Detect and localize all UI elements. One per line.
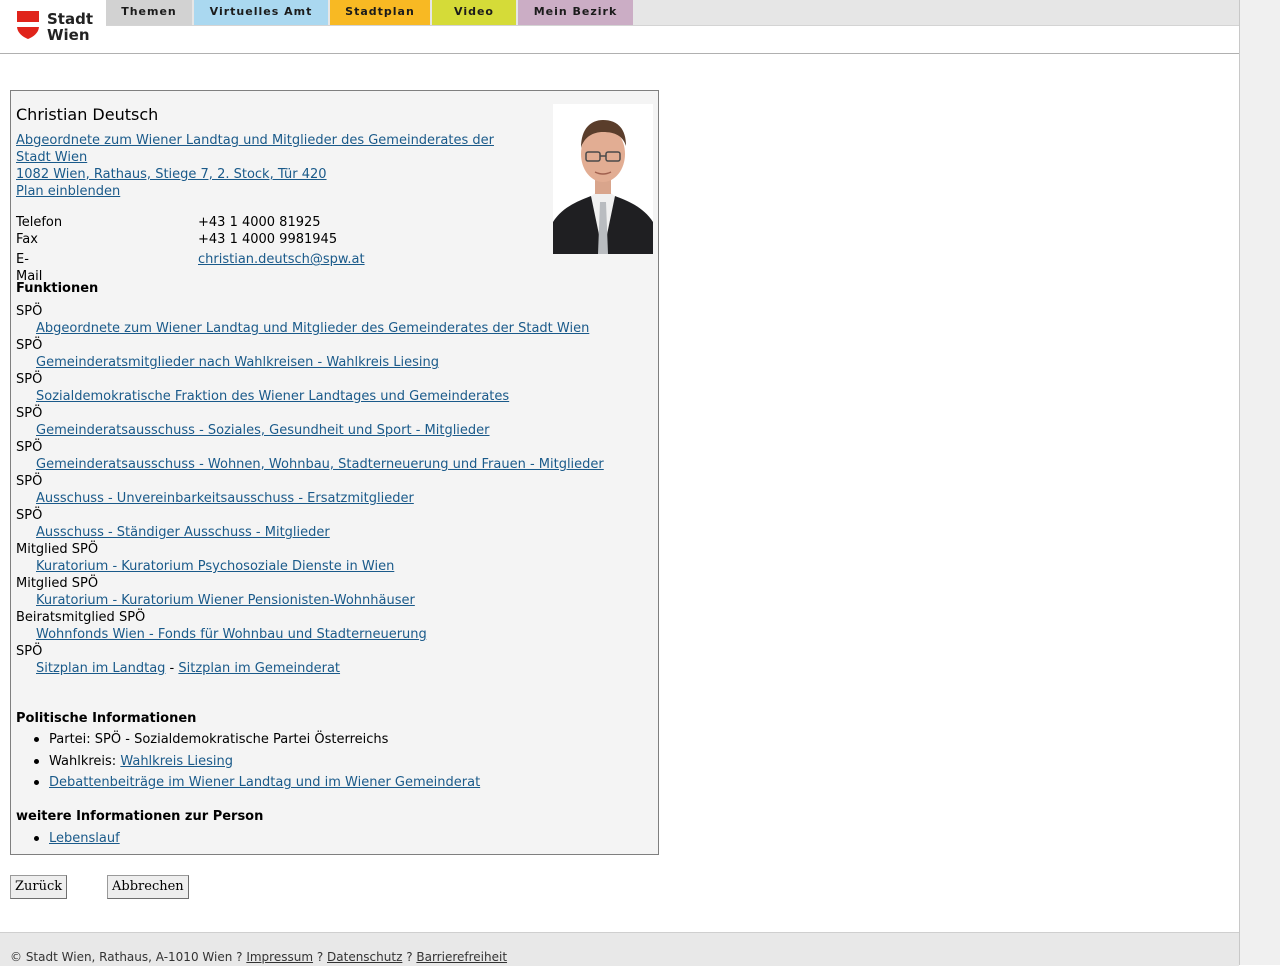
email-label: E-Mail (16, 252, 43, 284)
tab-mein-bezirk[interactable]: Mein Bezirk (518, 0, 633, 25)
phone-label: Telefon (16, 215, 63, 230)
function-link[interactable]: Wohnfonds Wien - Fonds für Wohnbau und S… (36, 627, 427, 642)
person-name: Christian Deutsch (16, 105, 159, 124)
show-map-link[interactable]: Plan einblenden (16, 184, 120, 199)
functions-list: SPÖ Abgeordnete zum Wiener Landtag und M… (16, 303, 646, 677)
stadt-wien-logo[interactable]: Stadt Wien (17, 11, 95, 43)
debate-link[interactable]: Debattenbeiträge im Wiener Landtag und i… (49, 775, 480, 790)
tab-themen[interactable]: Themen (106, 0, 192, 25)
street-address-link[interactable]: 1082 Wien, Rathaus, Stiege 7, 2. Stock, … (16, 167, 327, 182)
site-footer: © Stadt Wien, Rathaus, A-1010 Wien ? Imp… (0, 932, 1239, 966)
function-party: SPÖ (16, 372, 43, 387)
main-navigation: Themen Virtuelles Amt Stadtplan Video Me… (106, 0, 1239, 26)
more-info-list: Lebenslauf (16, 829, 646, 851)
tab-virtuelles-amt[interactable]: Virtuelles Amt (194, 0, 328, 25)
barrierefreiheit-link[interactable]: Barrierefreiheit (416, 950, 507, 964)
function-link[interactable]: Ausschuss - Unvereinbarkeitsausschuss - … (36, 491, 414, 506)
window-edge (1239, 0, 1280, 965)
address-block: Abgeordnete zum Wiener Landtag und Mitgl… (16, 132, 506, 200)
function-link[interactable]: Ausschuss - Ständiger Ausschuss - Mitgli… (36, 525, 330, 540)
phone-value: +43 1 4000 81925 (198, 215, 321, 230)
function-party: Beiratsmitglied SPÖ (16, 610, 146, 625)
functions-heading: Funktionen (16, 281, 99, 296)
wahlkreis-label: Wahlkreis: (49, 753, 121, 769)
function-party: SPÖ (16, 338, 43, 353)
function-party: SPÖ (16, 406, 43, 421)
org-link-line2: Stadt Wien (16, 150, 88, 165)
function-party: SPÖ (16, 644, 43, 659)
wahlkreis-link[interactable]: Wahlkreis Liesing (120, 754, 233, 769)
tab-video[interactable]: Video (432, 0, 516, 25)
function-party: SPÖ (16, 508, 43, 523)
party-text: Partei: SPÖ - Sozialdemokratische Partei… (49, 732, 389, 747)
tab-stadtplan[interactable]: Stadtplan (330, 0, 430, 25)
org-link-line1: Abgeordnete zum Wiener Landtag und Mitgl… (16, 133, 494, 148)
function-link[interactable]: Abgeordnete zum Wiener Landtag und Mitgl… (36, 321, 589, 336)
seating-plan-separator: - (165, 661, 179, 676)
datenschutz-link[interactable]: Datenschutz (327, 950, 402, 964)
function-party: Mitglied SPÖ (16, 542, 99, 557)
footer-separator: ? (402, 950, 417, 964)
seating-plan-gemeinderat-link[interactable]: Sitzplan im Gemeinderat (178, 661, 340, 676)
email-link[interactable]: christian.deutsch@spw.at (198, 251, 365, 268)
function-link[interactable]: Kuratorium - Kuratorium Wiener Pensionis… (36, 593, 415, 608)
function-link[interactable]: Sozialdemokratische Fraktion des Wiener … (36, 389, 509, 404)
person-detail-panel: Christian Deutsch Abgeordnete zum Wiener… (10, 90, 659, 855)
debate-item: Debattenbeiträge im Wiener Landtag und i… (16, 773, 646, 795)
function-link[interactable]: Gemeinderatsmitglieder nach Wahlkreisen … (36, 355, 439, 370)
impressum-link[interactable]: Impressum (246, 950, 313, 964)
political-info-section: Politische Informationen Partei: SPÖ - S… (16, 710, 646, 850)
logo-text-line2: Wien (47, 26, 90, 44)
org-link[interactable]: Abgeordnete zum Wiener Landtag und Mitgl… (16, 133, 494, 165)
copyright-text: © Stadt Wien, Rathaus, A-1010 Wien ? (10, 950, 247, 964)
function-link[interactable]: Gemeinderatsausschuss - Wohnen, Wohnbau,… (36, 457, 604, 472)
function-party: SPÖ (16, 474, 43, 489)
function-link[interactable]: Gemeinderatsausschuss - Soziales, Gesund… (36, 423, 490, 438)
footer-separator: ? (313, 950, 328, 964)
logo-text-line1: Stadt (47, 10, 94, 28)
site-header: Stadt Wien Themen Virtuelles Amt Stadtpl… (0, 0, 1239, 54)
function-link[interactable]: Kuratorium - Kuratorium Psychosoziale Di… (36, 559, 394, 574)
wahlkreis-item: Wahlkreis: Wahlkreis Liesing (16, 752, 646, 774)
cv-link[interactable]: Lebenslauf (49, 831, 120, 846)
political-info-heading: Politische Informationen (16, 711, 197, 726)
more-info-heading: weitere Informationen zur Person (16, 808, 264, 824)
political-info-list: Partei: SPÖ - Sozialdemokratische Partei… (16, 730, 646, 795)
cv-item: Lebenslauf (16, 829, 646, 851)
person-portrait (553, 104, 653, 254)
function-party: Mitglied SPÖ (16, 576, 99, 591)
cancel-button[interactable]: Abbrechen (107, 875, 189, 899)
back-button[interactable]: Zurück (10, 875, 68, 899)
party-item: Partei: SPÖ - Sozialdemokratische Partei… (16, 730, 646, 752)
function-party: SPÖ (16, 304, 43, 319)
fax-value: +43 1 4000 9981945 (198, 232, 338, 247)
fax-label: Fax (16, 232, 38, 247)
function-party: SPÖ (16, 440, 43, 455)
seating-plan-landtag-link[interactable]: Sitzplan im Landtag (36, 661, 165, 676)
vienna-shield-icon (17, 11, 39, 39)
